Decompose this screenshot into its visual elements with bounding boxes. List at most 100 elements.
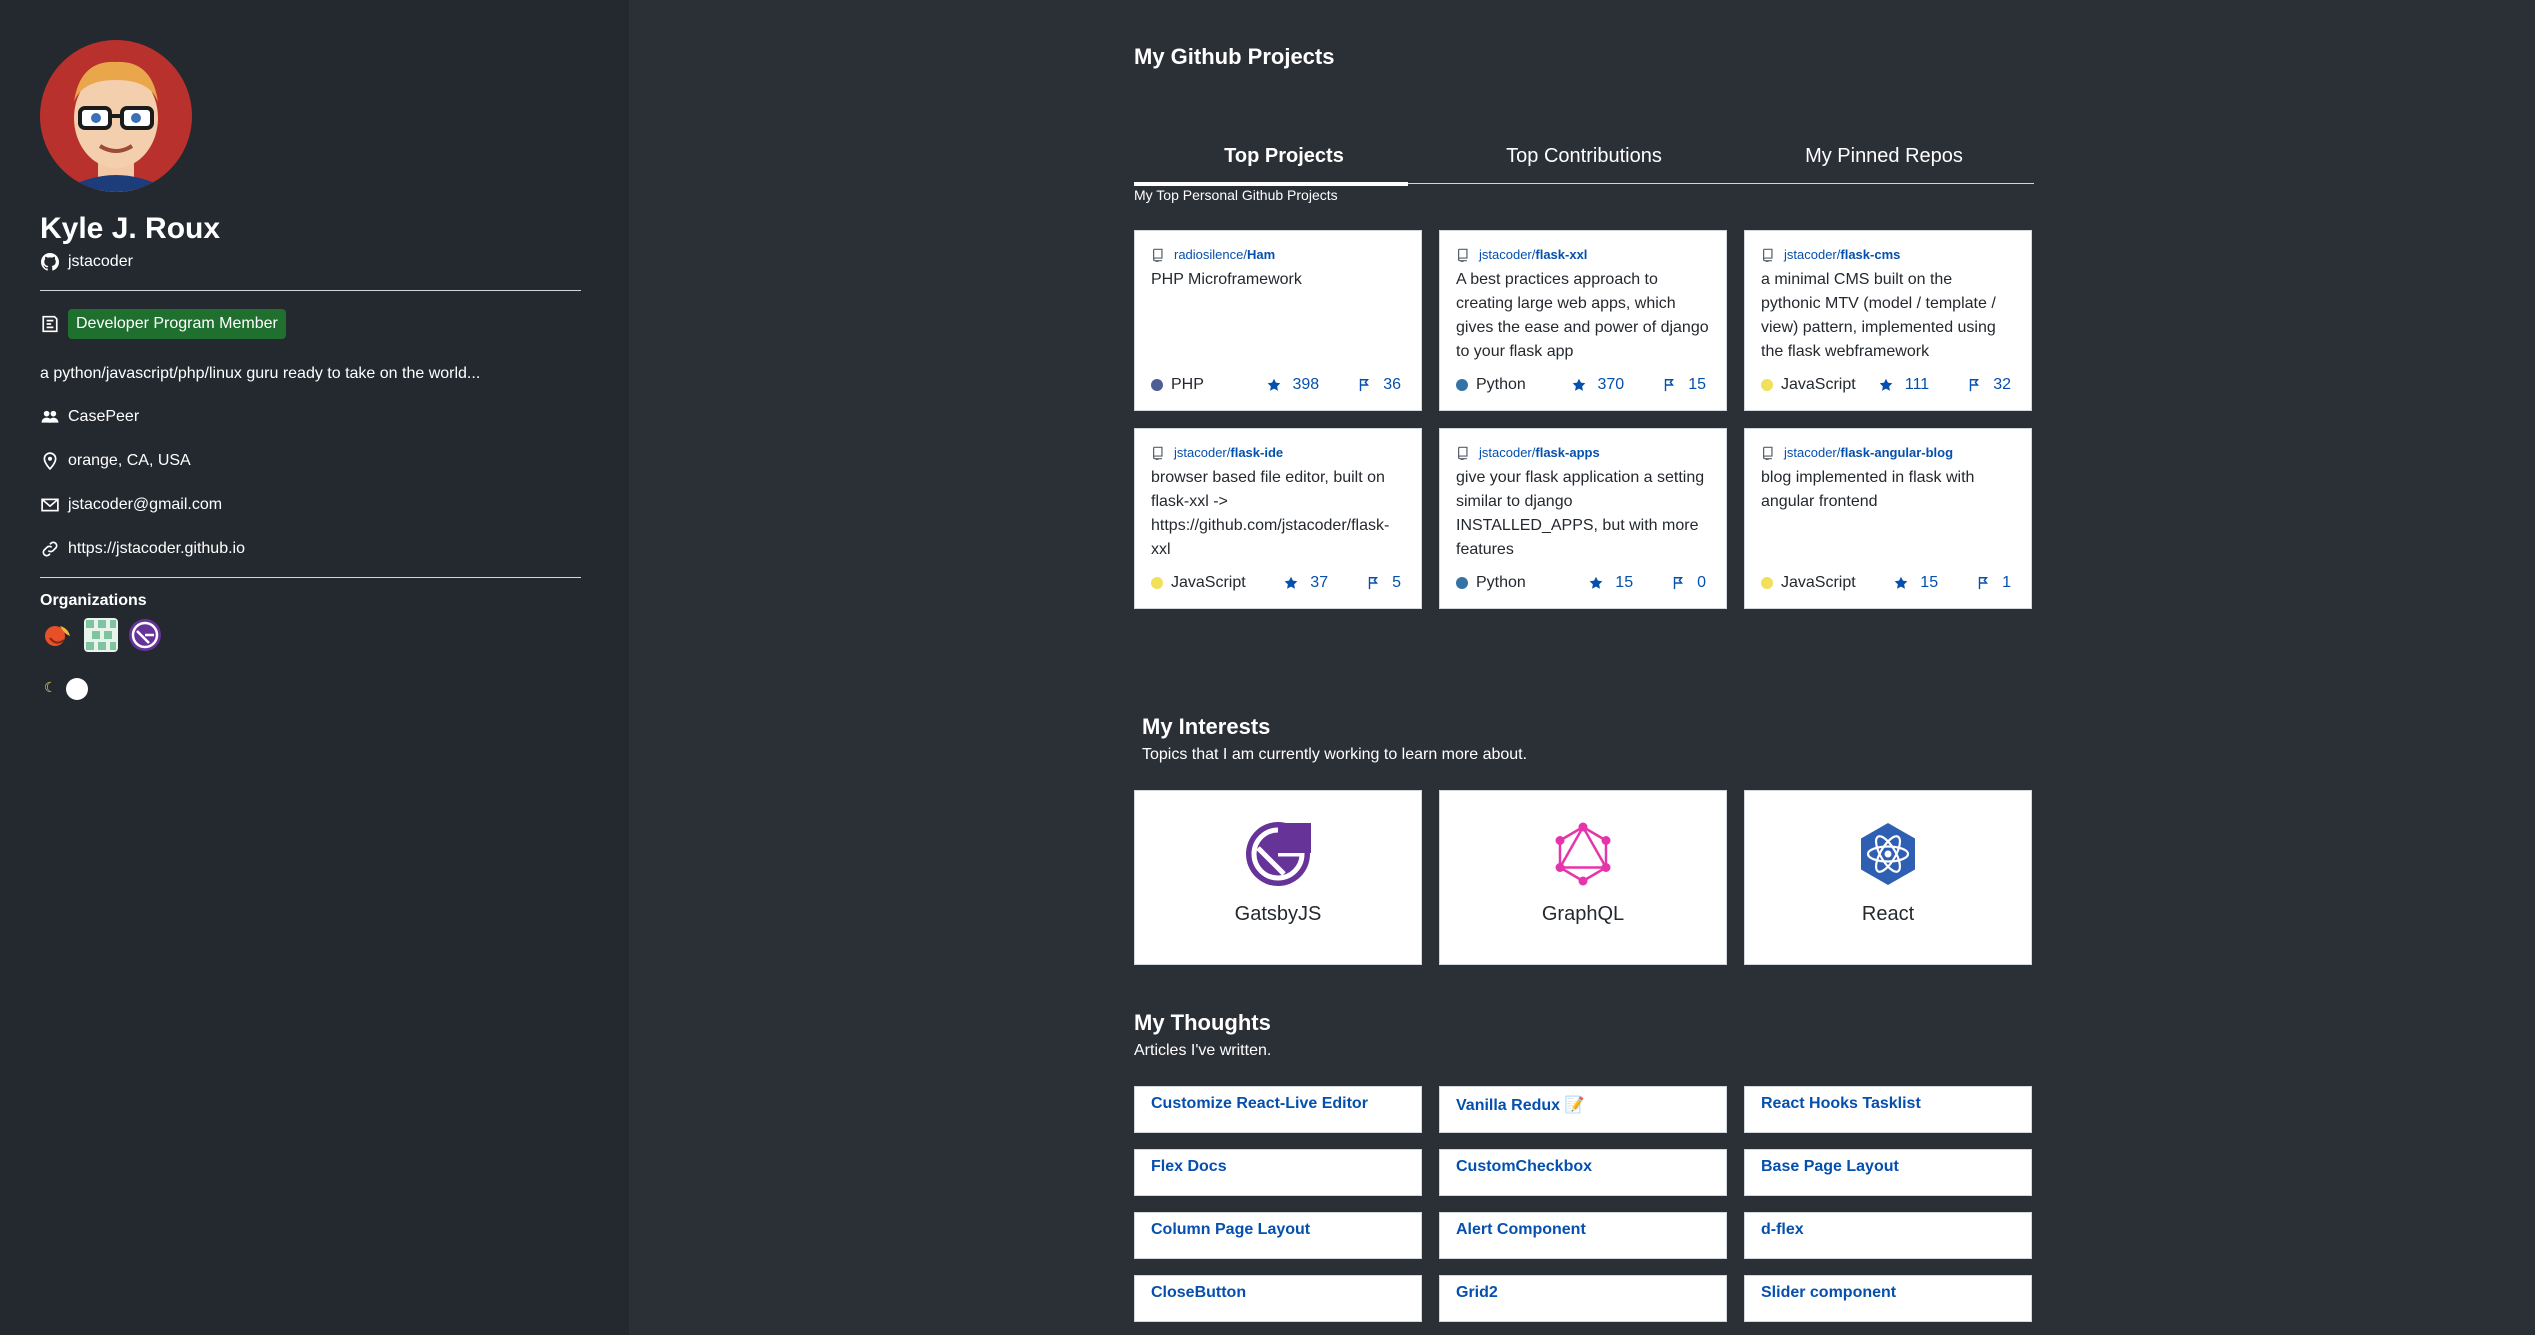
language-label: JavaScript (1171, 574, 1246, 591)
article-link[interactable]: Flex Docs (1134, 1149, 1422, 1196)
org-avatar-1[interactable] (40, 618, 74, 652)
repo-language: JavaScript (1151, 574, 1246, 592)
project-card[interactable]: jstacoder/flask-cms a minimal CMS built … (1744, 230, 2032, 411)
theme-toggle[interactable]: ☾ (40, 676, 88, 700)
repo-link[interactable]: jstacoder/flask-xxl (1456, 247, 1710, 262)
project-grid: radiosilence/Ham PHP Microframework PHP … (1134, 230, 2034, 609)
profile-website[interactable]: https://jstacoder.github.io (68, 540, 245, 558)
tab-top-projects[interactable]: Top Projects (1134, 140, 1434, 186)
language-label: PHP (1171, 376, 1204, 393)
website-row[interactable]: https://jstacoder.github.io (40, 539, 581, 559)
interests-subtitle: Topics that I am currently working to le… (1142, 746, 1528, 763)
article-link[interactable]: d-flex (1744, 1212, 2032, 1259)
repo-meta: JavaScript 15 1 (1761, 574, 2011, 592)
article-link[interactable]: Grid2 (1439, 1275, 1727, 1322)
article-link[interactable]: Customize React-Live Editor (1134, 1086, 1422, 1133)
interest-label: React (1861, 903, 1915, 925)
repo-link[interactable]: jstacoder/flask-cms (1761, 247, 2015, 262)
article-link[interactable]: Column Page Layout (1134, 1212, 1422, 1259)
repo-stars[interactable]: 370 (1572, 376, 1624, 394)
repo-link[interactable]: jstacoder/flask-apps (1456, 445, 1710, 460)
project-card[interactable]: jstacoder/flask-angular-blog blog implem… (1744, 428, 2032, 609)
language-dot (1151, 379, 1163, 391)
project-tabs: Top Projects Top Contributions My Pinned… (1134, 140, 2034, 186)
repo-icon (1151, 446, 1165, 460)
language-dot (1761, 379, 1773, 391)
repo-stars[interactable]: 37 (1284, 574, 1328, 592)
interest-card-graphql[interactable]: GraphQL (1439, 790, 1727, 965)
star-icon (1267, 378, 1281, 392)
interest-card-react[interactable]: React (1744, 790, 2032, 965)
mail-icon (40, 495, 60, 515)
link-icon (40, 539, 60, 559)
article-link[interactable]: Vanilla Redux 📝 (1439, 1086, 1727, 1133)
organizations-title: Organizations (40, 592, 147, 609)
star-count: 15 (1615, 574, 1634, 591)
org-avatar-2[interactable] (84, 618, 118, 652)
profile-handle-row[interactable]: jstacoder (40, 252, 581, 272)
repo-forks[interactable]: 1 (1976, 574, 2011, 592)
repo-forks[interactable]: 0 (1671, 574, 1706, 592)
repo-link[interactable]: radiosilence/Ham (1151, 247, 1405, 262)
thoughts-grid: Customize React-Live Editor Vanilla Redu… (1134, 1086, 2034, 1322)
profile-name: Kyle J. Roux (40, 212, 221, 245)
project-card[interactable]: radiosilence/Ham PHP Microframework PHP … (1134, 230, 1422, 411)
article-link[interactable]: Slider component (1744, 1275, 2032, 1322)
interest-card-gatsby[interactable]: GatsbyJS (1134, 790, 1422, 965)
location-row: orange, CA, USA (40, 451, 581, 471)
fork-count: 15 (1688, 376, 1706, 393)
email-row[interactable]: jstacoder@gmail.com (40, 495, 581, 515)
company-row: CasePeer (40, 407, 581, 427)
article-link[interactable]: React Hooks Tasklist (1744, 1086, 2032, 1133)
repo-forks[interactable]: 36 (1357, 376, 1401, 394)
repo-stars[interactable]: 111 (1879, 376, 1929, 394)
program-badge-row: Developer Program Member (40, 309, 581, 339)
repo-icon (1151, 248, 1165, 262)
repo-link[interactable]: jstacoder/flask-ide (1151, 445, 1405, 460)
repo-meta: PHP 398 36 (1151, 376, 1401, 394)
repo-name: flask-xxl (1535, 247, 1588, 262)
repo-name: flask-cms (1840, 247, 1901, 262)
moon-icon: ☾ (44, 679, 57, 695)
star-count: 15 (1920, 574, 1939, 591)
article-link[interactable]: CloseButton (1134, 1275, 1422, 1322)
repo-forks[interactable]: 15 (1662, 376, 1706, 394)
repo-name: flask-apps (1535, 445, 1600, 460)
react-icon (1861, 823, 1915, 885)
tab-top-contributions[interactable]: Top Contributions (1434, 140, 1734, 183)
repo-meta: Python 370 15 (1456, 376, 1706, 394)
article-link[interactable]: Alert Component (1439, 1212, 1727, 1259)
repo-forks[interactable]: 32 (1967, 376, 2011, 394)
badge-icon (40, 314, 60, 334)
language-label: Python (1476, 376, 1526, 393)
repo-stars[interactable]: 15 (1894, 574, 1938, 592)
avatar (40, 40, 192, 192)
fork-icon (1967, 378, 1981, 392)
repo-link[interactable]: jstacoder/flask-angular-blog (1761, 445, 2015, 460)
article-link[interactable]: Base Page Layout (1744, 1149, 2032, 1196)
org-avatar-3[interactable] (128, 618, 162, 652)
repo-stars[interactable]: 398 (1267, 376, 1320, 394)
project-card[interactable]: jstacoder/flask-xxl A best practices app… (1439, 230, 1727, 411)
repo-owner: jstacoder/ (1174, 445, 1231, 460)
article-link[interactable]: CustomCheckbox (1439, 1149, 1727, 1196)
tab-description: My Top Personal Github Projects (1134, 187, 1338, 203)
tab-pinned-repos[interactable]: My Pinned Repos (1734, 140, 2034, 183)
language-dot (1456, 577, 1468, 589)
project-card[interactable]: jstacoder/flask-apps give your flask app… (1439, 428, 1727, 609)
repo-forks[interactable]: 5 (1366, 574, 1401, 592)
star-count: 111 (1904, 376, 1930, 393)
profile-email[interactable]: jstacoder@gmail.com (68, 496, 222, 514)
gatsby-icon (1246, 822, 1311, 886)
star-icon (1589, 576, 1603, 590)
repo-stars[interactable]: 15 (1589, 574, 1633, 592)
star-count: 398 (1292, 376, 1320, 393)
project-card[interactable]: jstacoder/flask-ide browser based file e… (1134, 428, 1422, 609)
repo-name: Ham (1247, 247, 1276, 262)
repo-description: blog implemented in flask with angular f… (1761, 469, 1975, 510)
repo-name: flask-angular-blog (1840, 445, 1954, 460)
fork-count: 0 (1697, 574, 1706, 591)
repo-language: Python (1456, 574, 1526, 592)
star-count: 37 (1310, 574, 1329, 591)
repo-meta: JavaScript 111 32 (1761, 376, 2011, 394)
